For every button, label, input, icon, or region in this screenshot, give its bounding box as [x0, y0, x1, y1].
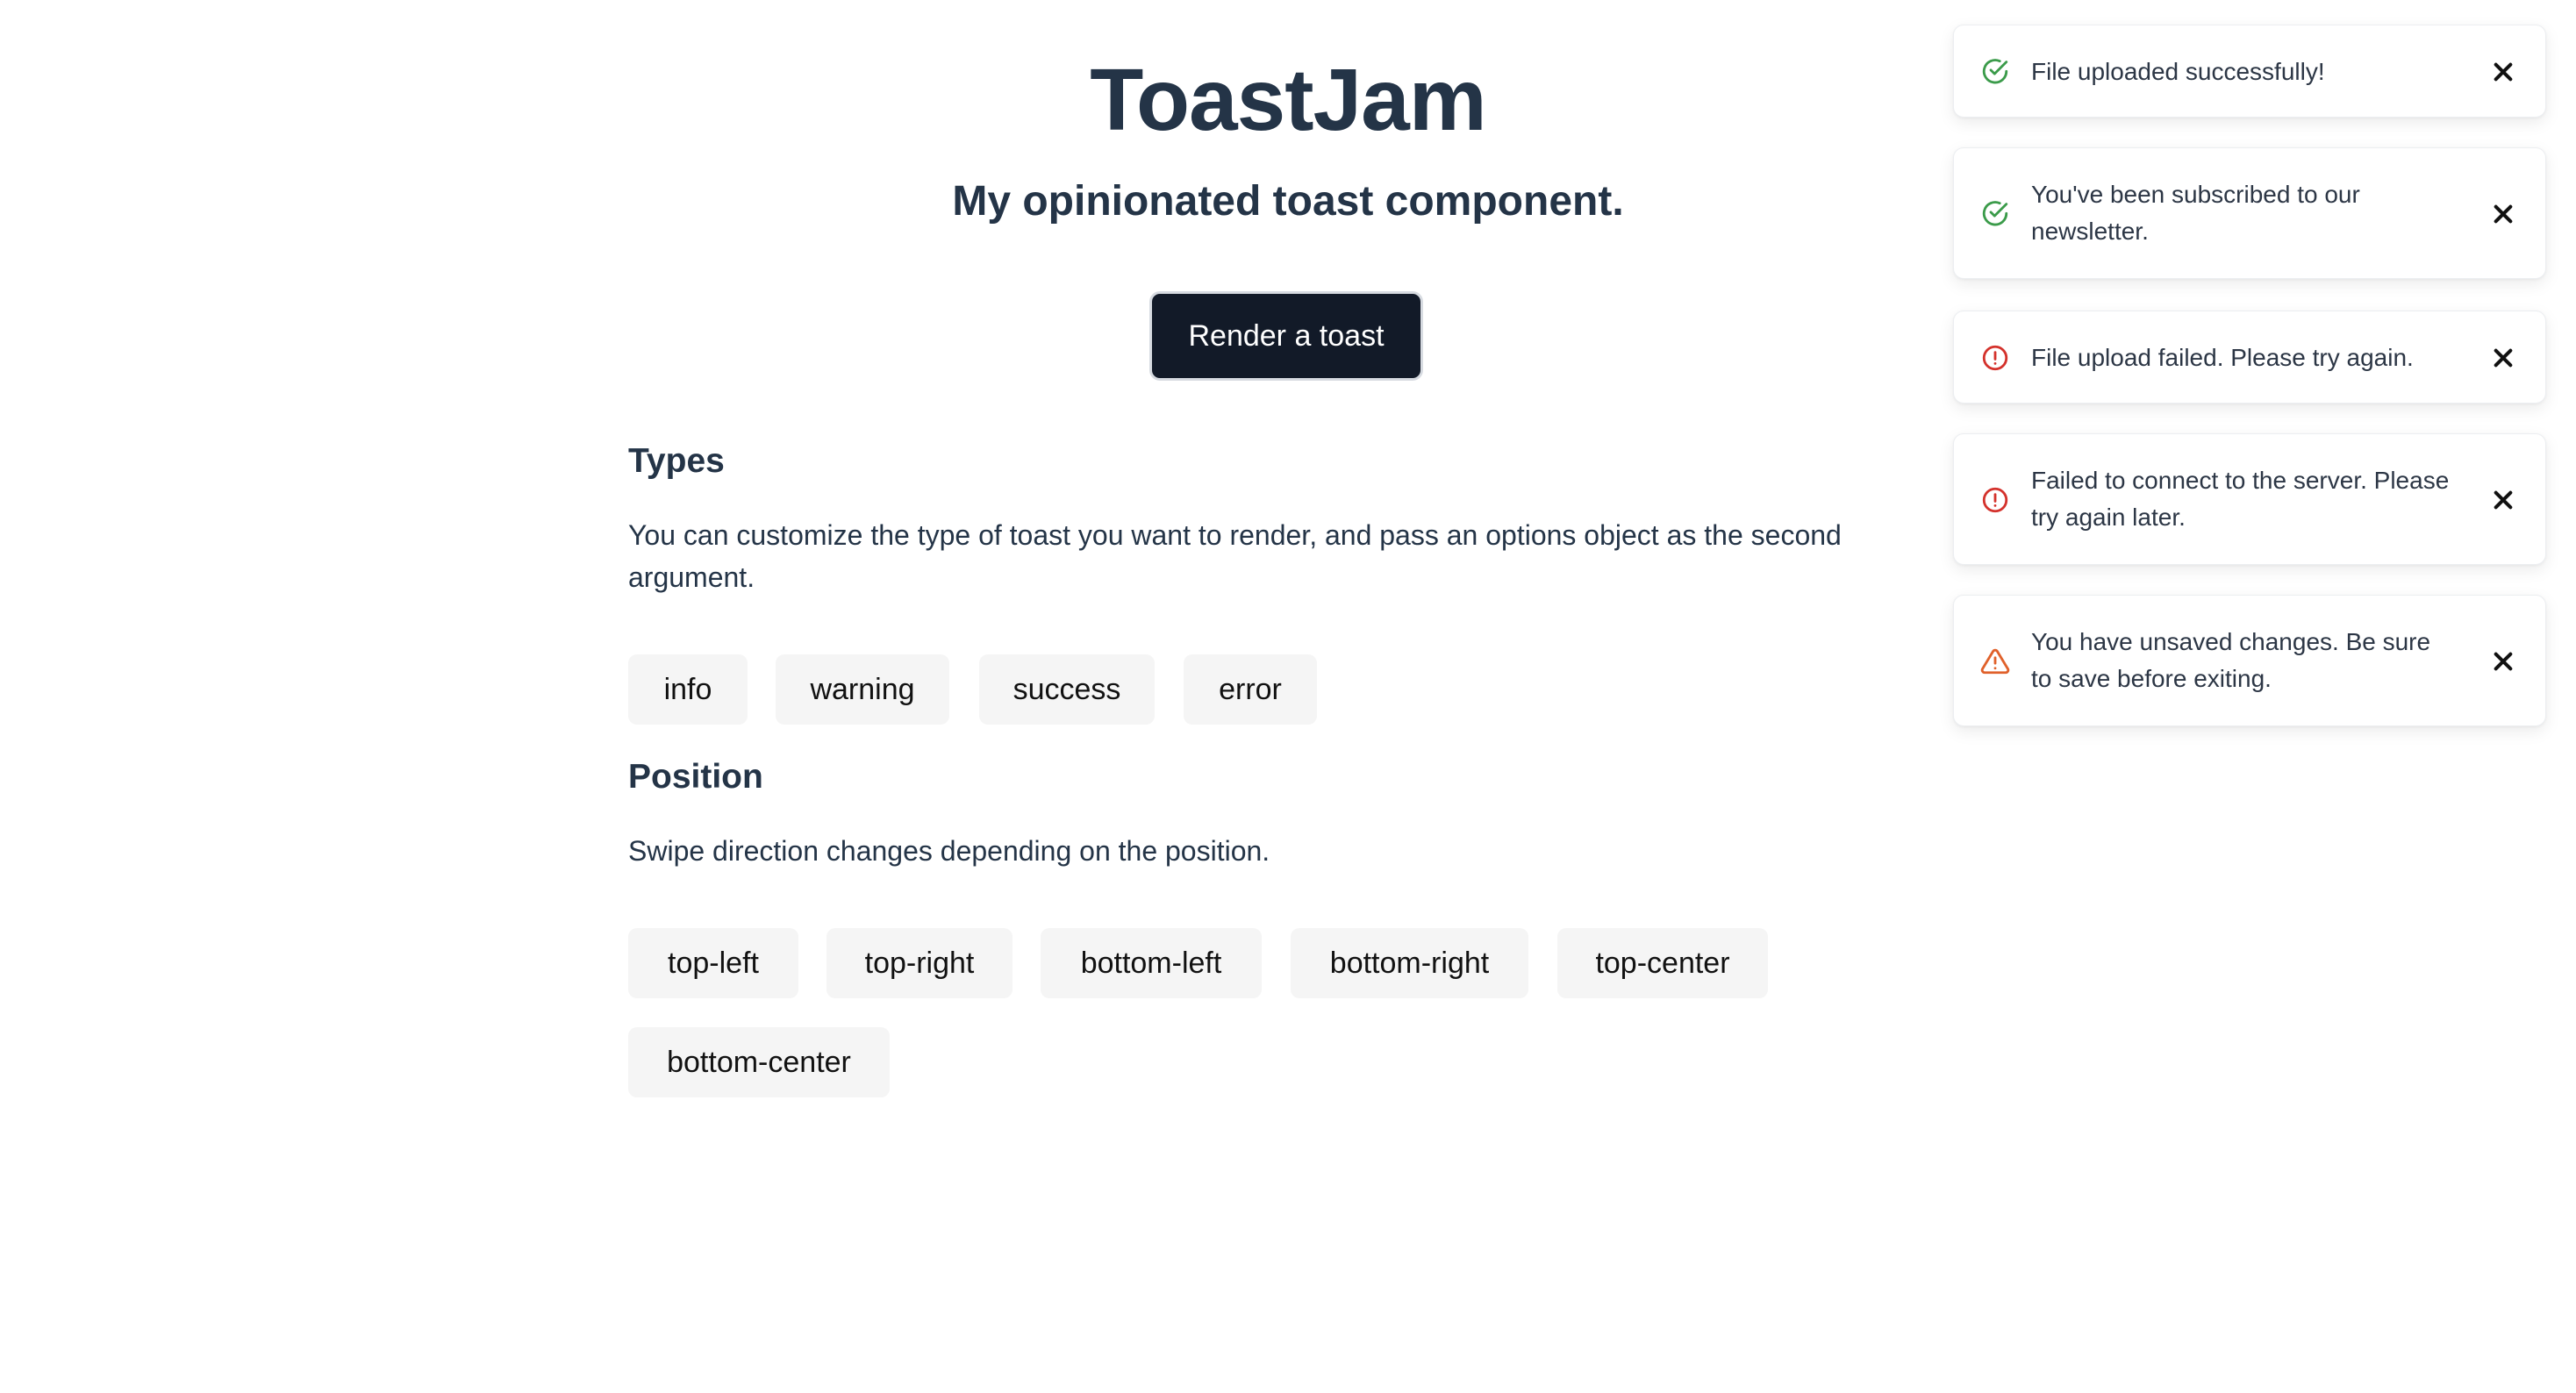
toast-error: File upload failed. Please try again. — [1953, 311, 2546, 404]
toast-message: You've been subscribed to our newsletter… — [2031, 181, 2360, 245]
close-icon[interactable] — [2486, 482, 2521, 518]
position-button-bottom-left[interactable]: bottom-left — [1041, 928, 1262, 998]
toast-warning: You have unsaved changes. Be sure to sav… — [1953, 595, 2546, 726]
position-button-top-left[interactable]: top-left — [628, 928, 798, 998]
position-description: Swipe direction changes depending on the… — [628, 835, 1270, 867]
position-button-top-right[interactable]: top-right — [826, 928, 1013, 998]
warning-triangle-icon — [1980, 646, 2010, 676]
render-toast-button[interactable]: Render a toast — [1149, 291, 1423, 381]
position-heading: Position — [628, 758, 763, 796]
toast-success: You've been subscribed to our newsletter… — [1953, 147, 2546, 279]
position-button-bottom-right[interactable]: bottom-right — [1291, 928, 1528, 998]
toast-message: File uploaded successfully! — [2031, 58, 2325, 85]
position-button-bottom-center[interactable]: bottom-center — [628, 1027, 890, 1097]
toast-success: File uploaded successfully! — [1953, 25, 2546, 118]
close-icon[interactable] — [2486, 644, 2521, 679]
toast-message: You have unsaved changes. Be sure to sav… — [2031, 628, 2431, 692]
toast-error: Failed to connect to the server. Please … — [1953, 433, 2546, 565]
close-icon[interactable] — [2486, 196, 2521, 232]
toast-message: File upload failed. Please try again. — [2031, 344, 2414, 371]
type-button-error[interactable]: error — [1184, 654, 1317, 725]
types-heading: Types — [628, 442, 725, 480]
toast-message: Failed to connect to the server. Please … — [2031, 467, 2450, 531]
type-button-info[interactable]: info — [628, 654, 748, 725]
position-button-top-center[interactable]: top-center — [1557, 928, 1768, 998]
close-icon[interactable] — [2486, 340, 2521, 375]
types-description: You can customize the type of toast you … — [628, 519, 1842, 593]
type-button-success[interactable]: success — [979, 654, 1155, 725]
check-circle-icon — [1980, 57, 2010, 87]
check-circle-icon — [1980, 199, 2010, 229]
alert-circle-icon — [1980, 343, 2010, 373]
alert-circle-icon — [1980, 485, 2010, 515]
type-button-warning[interactable]: warning — [776, 654, 949, 725]
close-icon[interactable] — [2486, 54, 2521, 89]
